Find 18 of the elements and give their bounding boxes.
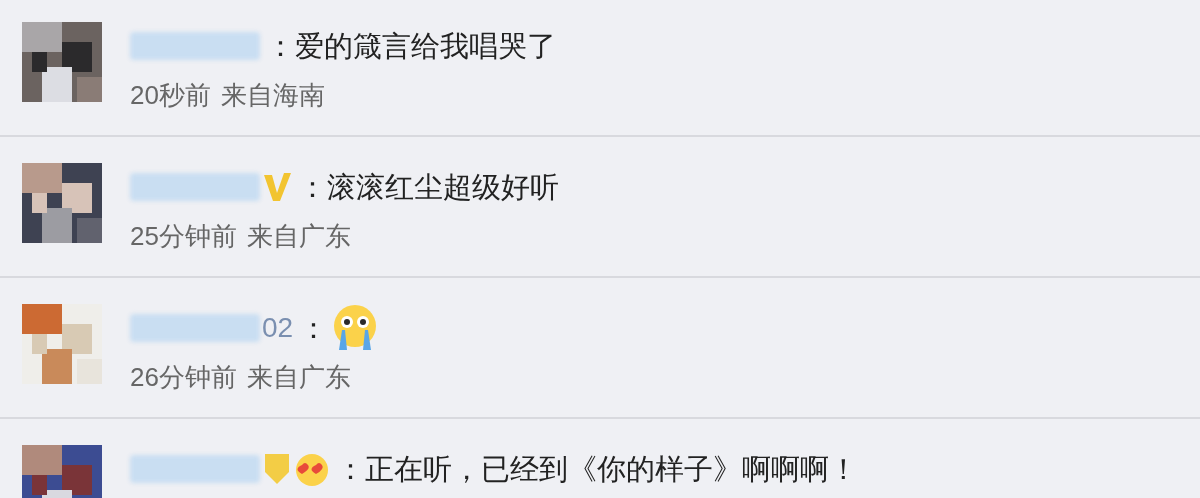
blurred-username[interactable] bbox=[130, 455, 260, 483]
comment-text: ：滚滚红尘超级好听 bbox=[298, 172, 559, 202]
comment-time: 26分钟前 bbox=[130, 364, 237, 390]
comment-time: 25分钟前 bbox=[130, 223, 237, 249]
comment-text: ：爱的箴言给我唱哭了 bbox=[266, 31, 556, 61]
comment-location: 来自广东 bbox=[246, 364, 351, 390]
blurred-username[interactable] bbox=[130, 32, 260, 60]
blurred-username[interactable] bbox=[130, 173, 260, 201]
comment-text: ：正在听，已经到《你的样子》啊啊啊！ bbox=[336, 454, 858, 484]
blurred-username[interactable] bbox=[130, 314, 260, 342]
comment-text: ： bbox=[299, 313, 329, 343]
comment-location: 来自海南 bbox=[220, 82, 325, 108]
comment-time: 20秒前 bbox=[130, 82, 211, 108]
comment-location: 来自广东 bbox=[246, 223, 351, 249]
heart-eyes-emoji-icon bbox=[294, 451, 330, 487]
verified-badge-icon bbox=[262, 171, 292, 203]
medal-badge-icon bbox=[262, 452, 292, 486]
username-text[interactable]: 02 bbox=[262, 314, 294, 342]
